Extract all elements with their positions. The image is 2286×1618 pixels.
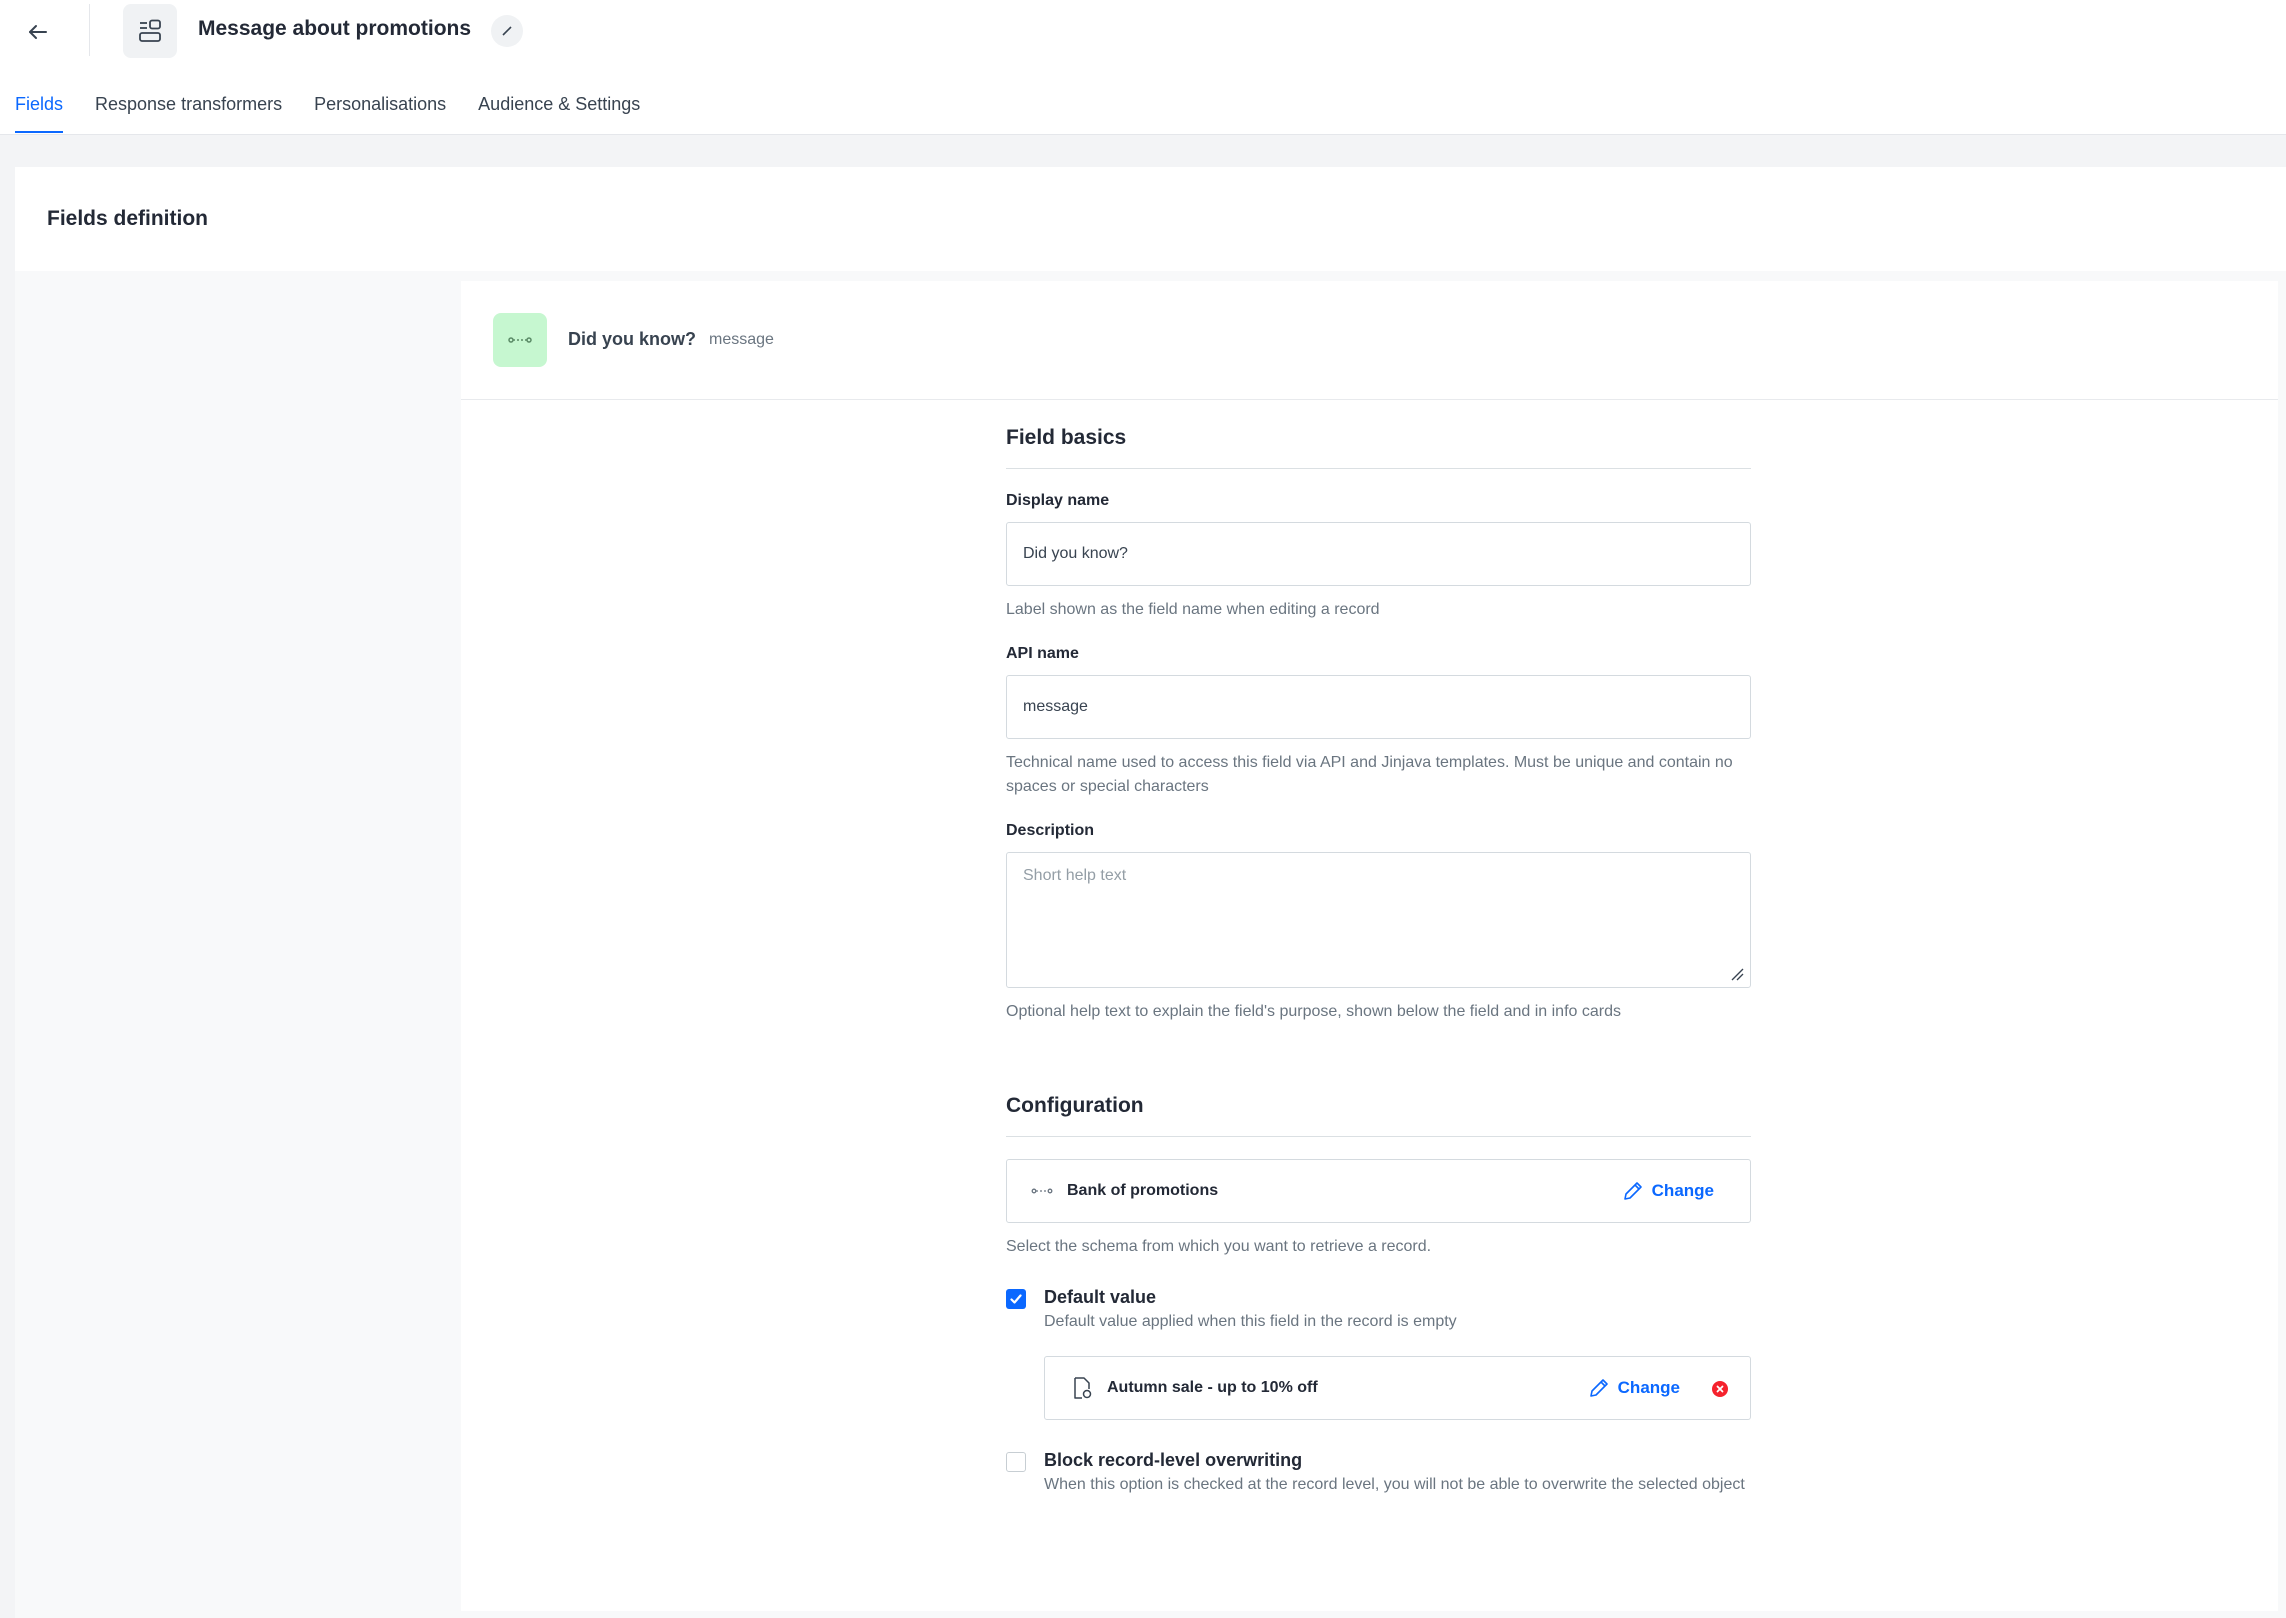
field-form: Field basics Display name Did you know? … xyxy=(1006,426,1751,1497)
pencil-icon xyxy=(1623,1182,1642,1200)
tab-personalisations[interactable]: Personalisations xyxy=(314,94,446,133)
default-value-desc: Default value applied when this field in… xyxy=(1044,1313,1457,1330)
remove-default-button[interactable] xyxy=(1712,1381,1728,1397)
block-overwrite-desc: When this option is checked at the recor… xyxy=(1044,1476,1745,1493)
api-name-value: message xyxy=(1023,698,1088,715)
pencil-icon xyxy=(1589,1379,1608,1397)
reference-icon xyxy=(1031,1188,1053,1194)
change-default-button[interactable]: Change xyxy=(1588,1377,1680,1399)
api-name-label: API name xyxy=(1006,645,1079,662)
schema-help: Select the schema from which you want to… xyxy=(1006,1238,1432,1255)
default-value-option: Default value Default value applied when… xyxy=(1006,1287,1751,1334)
pencil-icon xyxy=(502,26,512,36)
description-label: Description xyxy=(1006,822,1095,839)
panel-heading: Fields definition xyxy=(47,207,208,230)
tab-response-transformers[interactable]: Response transformers xyxy=(95,94,282,133)
configuration-title: Configuration xyxy=(1006,1094,1751,1137)
field-basics-title: Field basics xyxy=(1006,426,1751,469)
display-name-value: Did you know? xyxy=(1023,545,1128,562)
schema-name: Bank of promotions xyxy=(1067,1182,1219,1199)
back-button[interactable] xyxy=(18,12,58,52)
api-name-input[interactable]: message xyxy=(1006,675,1751,739)
header-divider xyxy=(89,4,90,56)
default-value-checkbox[interactable] xyxy=(1006,1289,1026,1309)
schema-selector: Bank of promotions Change xyxy=(1006,1159,1751,1223)
field-editor: Did you know? message Field basics Displ… xyxy=(461,281,2278,1611)
description-help: Optional help text to explain the field'… xyxy=(1006,1003,1621,1020)
tab-bar: Fields Response transformers Personalisa… xyxy=(15,94,640,133)
arrow-left-icon xyxy=(29,25,47,39)
block-overwrite-checkbox[interactable] xyxy=(1006,1452,1026,1472)
catalog-icon xyxy=(123,4,177,58)
block-overwrite-title: Block record-level overwriting xyxy=(1044,1450,1303,1470)
api-name-help: Technical name used to access this field… xyxy=(1006,754,1733,795)
tab-fields[interactable]: Fields xyxy=(15,94,64,133)
edit-title-button[interactable] xyxy=(491,15,523,47)
field-display-name: Did you know? xyxy=(568,329,696,349)
page-title: Message about promotions xyxy=(198,17,472,40)
document-icon xyxy=(1074,1377,1092,1399)
change-schema-label: Change xyxy=(1651,1181,1714,1200)
panel-header: Fields definition xyxy=(15,167,2286,271)
field-header: Did you know? message xyxy=(461,281,2278,400)
field-api-name: message xyxy=(709,331,774,348)
check-icon xyxy=(1010,1294,1022,1304)
reference-field-icon xyxy=(493,313,547,367)
default-record-name: Autumn sale - up to 10% off xyxy=(1107,1379,1318,1396)
resize-handle-icon[interactable] xyxy=(1730,967,1744,981)
description-placeholder: Short help text xyxy=(1023,867,1127,884)
display-name-help: Label shown as the field name when editi… xyxy=(1006,601,1380,618)
block-overwrite-option: Block record-level overwriting When this… xyxy=(1006,1450,1751,1497)
top-bar: Message about promotions Fields Response… xyxy=(0,0,2286,135)
default-value-title: Default value xyxy=(1044,1287,1157,1307)
close-icon xyxy=(1716,1385,1724,1393)
change-schema-button[interactable]: Change xyxy=(1622,1180,1714,1202)
description-textarea[interactable]: Short help text xyxy=(1006,852,1751,988)
display-name-label: Display name xyxy=(1006,492,1110,509)
change-default-label: Change xyxy=(1617,1378,1680,1397)
default-record-selector: Autumn sale - up to 10% off Change xyxy=(1044,1356,1751,1420)
tab-audience-settings[interactable]: Audience & Settings xyxy=(478,94,640,133)
fields-definition-panel: Fields definition Did you know? message … xyxy=(15,167,2286,1618)
display-name-input[interactable]: Did you know? xyxy=(1006,522,1751,586)
